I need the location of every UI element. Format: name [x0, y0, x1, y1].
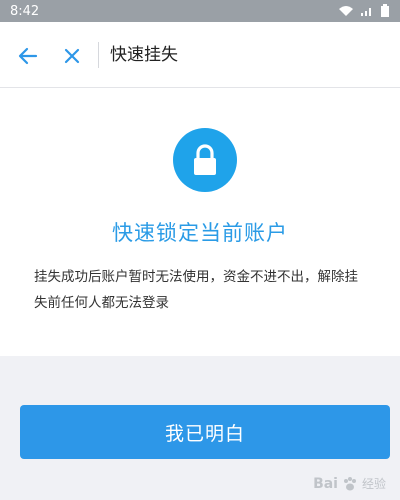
- lock-badge: [173, 128, 237, 192]
- signal-icon: [361, 8, 371, 16]
- paw-icon: [343, 476, 356, 490]
- nav-bar: 快速挂失: [0, 22, 400, 88]
- close-icon: [64, 48, 80, 64]
- status-bar: 8:42: [0, 0, 400, 22]
- back-button[interactable]: [14, 42, 42, 70]
- arrow-left-icon: [18, 47, 38, 65]
- close-button[interactable]: [58, 42, 86, 70]
- content-card: 快速锁定当前账户 挂失成功后账户暂时无法使用，资金不进不出，解除挂失前任何人都无…: [0, 88, 400, 356]
- page-title: 快速挂失: [110, 45, 178, 65]
- watermark: Bai 经验: [313, 475, 386, 492]
- main-heading: 快速锁定当前账户: [112, 221, 288, 245]
- status-time: 8:42: [10, 3, 40, 19]
- watermark-suffix: 经验: [361, 477, 386, 491]
- wifi-icon: [339, 6, 353, 16]
- nav-divider: [98, 42, 99, 68]
- lock-icon: [194, 144, 216, 175]
- watermark-brand: Bai: [313, 475, 338, 492]
- status-icons: [338, 4, 390, 18]
- description-text: 挂失成功后账户暂时无法使用，资金不进不出，解除挂失前任何人都无法登录: [34, 269, 358, 311]
- battery-icon: [381, 4, 389, 17]
- confirm-button[interactable]: 我已明白: [20, 405, 390, 459]
